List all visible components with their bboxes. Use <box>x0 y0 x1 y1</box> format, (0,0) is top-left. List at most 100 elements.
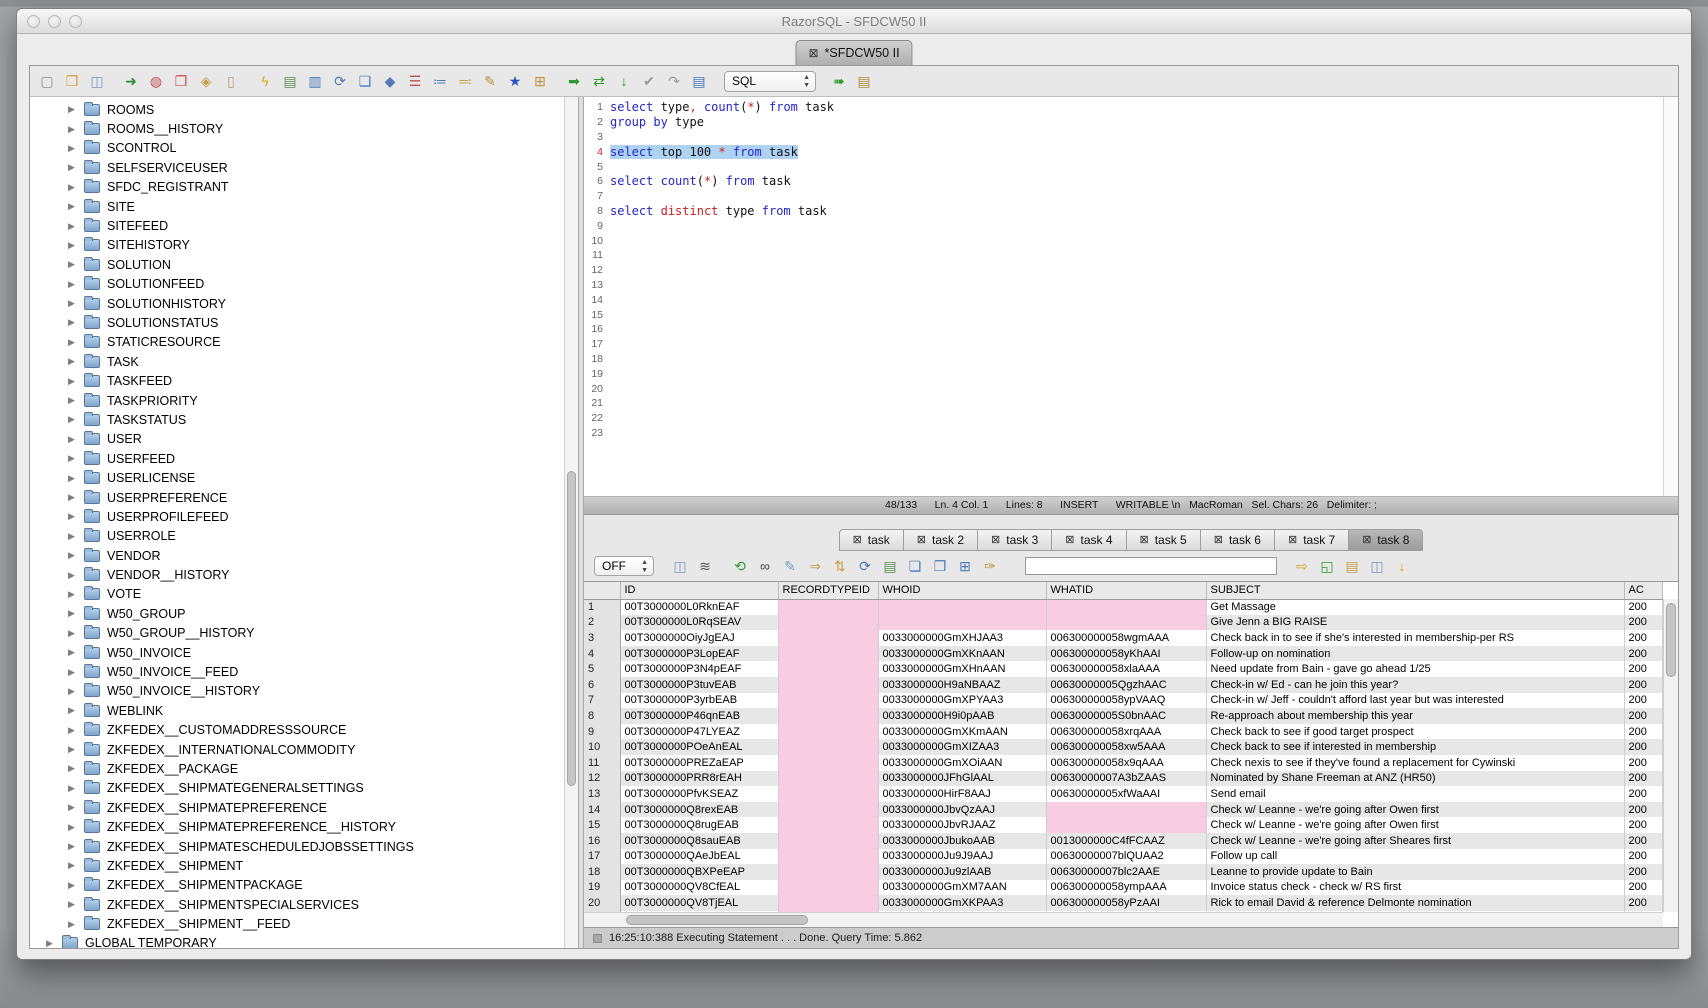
table-cell[interactable]: 200 <box>1624 864 1663 880</box>
tab-close-icon[interactable]: ⊠ <box>1288 535 1297 546</box>
table-cell[interactable] <box>778 724 878 740</box>
table-cell[interactable]: 0033000000GmXHJAA3 <box>878 630 1046 646</box>
table-cell[interactable]: 00630000005xfWaAAI <box>1046 786 1206 802</box>
disclosure-triangle-icon[interactable]: ▶ <box>68 182 77 193</box>
statement-type-select[interactable]: SQL▲▼ <box>724 71 816 92</box>
tree-item-zkfedex-shipmentpackage[interactable]: ▶ZKFEDEX__SHIPMENTPACKAGE <box>30 876 578 895</box>
disclosure-triangle-icon[interactable]: ▶ <box>68 376 77 387</box>
table-cell[interactable] <box>778 630 878 646</box>
table-row[interactable]: 800T3000000P46qnEAB0033000000H9i0pAAB006… <box>584 708 1663 724</box>
table-cell[interactable]: 00T3000000P3N4pEAF <box>620 661 778 677</box>
table-row[interactable]: 900T3000000P47LYEAZ0033000000GmXKmAAN006… <box>584 724 1663 740</box>
table-cell[interactable]: 0033000000GmXM7AAN <box>878 880 1046 896</box>
table-cell[interactable]: 006300000058ypVAAQ <box>1046 693 1206 709</box>
table-cell[interactable]: 200 <box>1624 880 1663 896</box>
table-row[interactable]: 400T3000000P3LopEAF0033000000GmXKnAAN006… <box>584 646 1663 662</box>
table-cell[interactable]: 200 <box>1624 615 1663 631</box>
table-cell[interactable]: 00T3000000QV8TjEAL <box>620 895 778 911</box>
table-cell[interactable]: Send email <box>1206 786 1624 802</box>
editor-line[interactable]: 17 <box>584 337 1663 352</box>
table-cell[interactable] <box>778 895 878 911</box>
tree-item-zkfedex-shipmatescheduledjobssettings[interactable]: ▶ZKFEDEX__SHIPMATESCHEDULEDJOBSSETTINGS <box>30 837 578 856</box>
editor-line[interactable]: 3 <box>584 130 1663 145</box>
editor-line[interactable]: 6select count(*) from task <box>584 174 1663 189</box>
table-cell[interactable]: 0033000000JbvRJAAZ <box>878 817 1046 833</box>
disclosure-triangle-icon[interactable]: ▶ <box>68 473 77 484</box>
table-cell[interactable]: 00630000005QgzhAAC <box>1046 677 1206 693</box>
table-cell[interactable]: 0033000000GmXIZAA3 <box>878 739 1046 755</box>
table-row[interactable]: 1600T3000000Q8sauEAB0033000000JbukoAAB00… <box>584 833 1663 849</box>
bookmark-icon[interactable]: ◆ <box>381 72 399 90</box>
tree-item-staticresource[interactable]: ▶STATICRESOURCE <box>30 333 578 352</box>
column-header-whoid[interactable]: WHOID <box>878 582 1046 599</box>
editor-line[interactable]: 22 <box>584 411 1663 426</box>
tab-close-icon[interactable]: ⊠ <box>1214 535 1223 546</box>
close-button[interactable] <box>27 15 40 28</box>
fetch-icon[interactable]: ↓ <box>615 72 633 90</box>
tab-close-icon[interactable]: ⊠ <box>917 535 926 546</box>
tree-item-user[interactable]: ▶USER <box>30 430 578 449</box>
view-row-icon[interactable]: ∞ <box>756 557 774 575</box>
table-cell[interactable] <box>778 615 878 631</box>
table-cell[interactable]: 00T3000000Q8rexEAB <box>620 802 778 818</box>
execute-sql-icon[interactable]: ϟ <box>256 72 274 90</box>
table-cell[interactable]: Rick to email David & reference Delmonte… <box>1206 895 1624 911</box>
table-cell[interactable]: 200 <box>1624 708 1663 724</box>
disclosure-triangle-icon[interactable]: ▶ <box>68 822 77 833</box>
tree-item-scontrol[interactable]: ▶SCONTROL <box>30 139 578 158</box>
table-row[interactable]: 1700T3000000QAeJbEAL0033000000Ju9J9AAJ00… <box>584 849 1663 865</box>
tab-close-icon[interactable]: ⊠ <box>808 47 818 59</box>
table-cell[interactable]: Nominated by Shane Freeman at ANZ (HR50) <box>1206 771 1624 787</box>
table-cell[interactable] <box>878 599 1046 615</box>
result-tab-task-7[interactable]: ⊠task 7 <box>1275 529 1349 551</box>
move-row-icon[interactable]: ⇅ <box>831 557 849 575</box>
tab-close-icon[interactable]: ⊠ <box>1362 535 1371 546</box>
table-cell[interactable]: 200 <box>1624 724 1663 740</box>
result-tab-task-2[interactable]: ⊠task 2 <box>904 529 978 551</box>
tree-item-zkfedex-internationalcommodity[interactable]: ▶ZKFEDEX__INTERNATIONALCOMMODITY <box>30 740 578 759</box>
execute-all-icon[interactable]: ➠ <box>830 72 848 90</box>
tree-item-solutionfeed[interactable]: ▶SOLUTIONFEED <box>30 275 578 294</box>
format-sql-icon[interactable]: ✎ <box>481 72 499 90</box>
history-icon[interactable]: ▤ <box>690 72 708 90</box>
disclosure-triangle-icon[interactable]: ▶ <box>68 647 77 658</box>
disclosure-triangle-icon[interactable]: ▶ <box>68 221 77 232</box>
tree-item-solution[interactable]: ▶SOLUTION <box>30 255 578 274</box>
connect-icon[interactable]: ➜ <box>122 72 140 90</box>
table-cell[interactable]: 0033000000GmXKmAAN <box>878 724 1046 740</box>
table-row[interactable]: 1500T3000000Q8rugEAB0033000000JbvRJAAZCh… <box>584 817 1663 833</box>
table-cell[interactable] <box>778 849 878 865</box>
table-cell[interactable]: 200 <box>1624 895 1663 911</box>
table-cell[interactable]: 006300000058wgmAAA <box>1046 630 1206 646</box>
disclosure-triangle-icon[interactable]: ▶ <box>68 860 77 871</box>
validate-icon[interactable]: ✔ <box>640 72 658 90</box>
disclosure-triangle-icon[interactable]: ▶ <box>68 337 77 348</box>
table-cell[interactable]: 00T3000000OiyJgEAJ <box>620 630 778 646</box>
table-cell[interactable] <box>778 817 878 833</box>
tree-item-userprofilefeed[interactable]: ▶USERPROFILEFEED <box>30 507 578 526</box>
column-header-recordtypeid[interactable]: RECORDTYPEID <box>778 582 878 599</box>
table-cell[interactable] <box>778 739 878 755</box>
save-results-icon[interactable]: ◫ <box>671 557 689 575</box>
disclosure-triangle-icon[interactable]: ▶ <box>68 298 77 309</box>
table-cell[interactable]: 200 <box>1624 833 1663 849</box>
editor-line[interactable]: 21 <box>584 396 1663 411</box>
tree-item-taskpriority[interactable]: ▶TASKPRIORITY <box>30 391 578 410</box>
table-cell[interactable] <box>778 802 878 818</box>
table-cell[interactable]: 0033000000GmXOiAAN <box>878 755 1046 771</box>
script-results-icon[interactable]: ▤ <box>1343 557 1361 575</box>
table-cell[interactable]: Check back to see if interested in membe… <box>1206 739 1624 755</box>
undo-icon[interactable]: ↷ <box>665 72 683 90</box>
table-cell[interactable]: 0033000000JFhGlAAL <box>878 771 1046 787</box>
disclosure-triangle-icon[interactable]: ▶ <box>68 880 77 891</box>
tree-item-solutionstatus[interactable]: ▶SOLUTIONSTATUS <box>30 313 578 332</box>
table-cell[interactable]: 0033000000Ju9zlAAB <box>878 864 1046 880</box>
table-cell[interactable]: 00T3000000P47LYEAZ <box>620 724 778 740</box>
export-icon[interactable]: ▥ <box>306 72 324 90</box>
disclosure-triangle-icon[interactable]: ▶ <box>68 240 77 251</box>
table-cell[interactable] <box>778 661 878 677</box>
table-row[interactable]: 600T3000000P3tuvEAB0033000000H9aNBAAZ006… <box>584 677 1663 693</box>
table-cell[interactable]: 00T3000000Q8sauEAB <box>620 833 778 849</box>
table-cell[interactable] <box>778 708 878 724</box>
switch-connection-icon[interactable]: ⇄ <box>590 72 608 90</box>
